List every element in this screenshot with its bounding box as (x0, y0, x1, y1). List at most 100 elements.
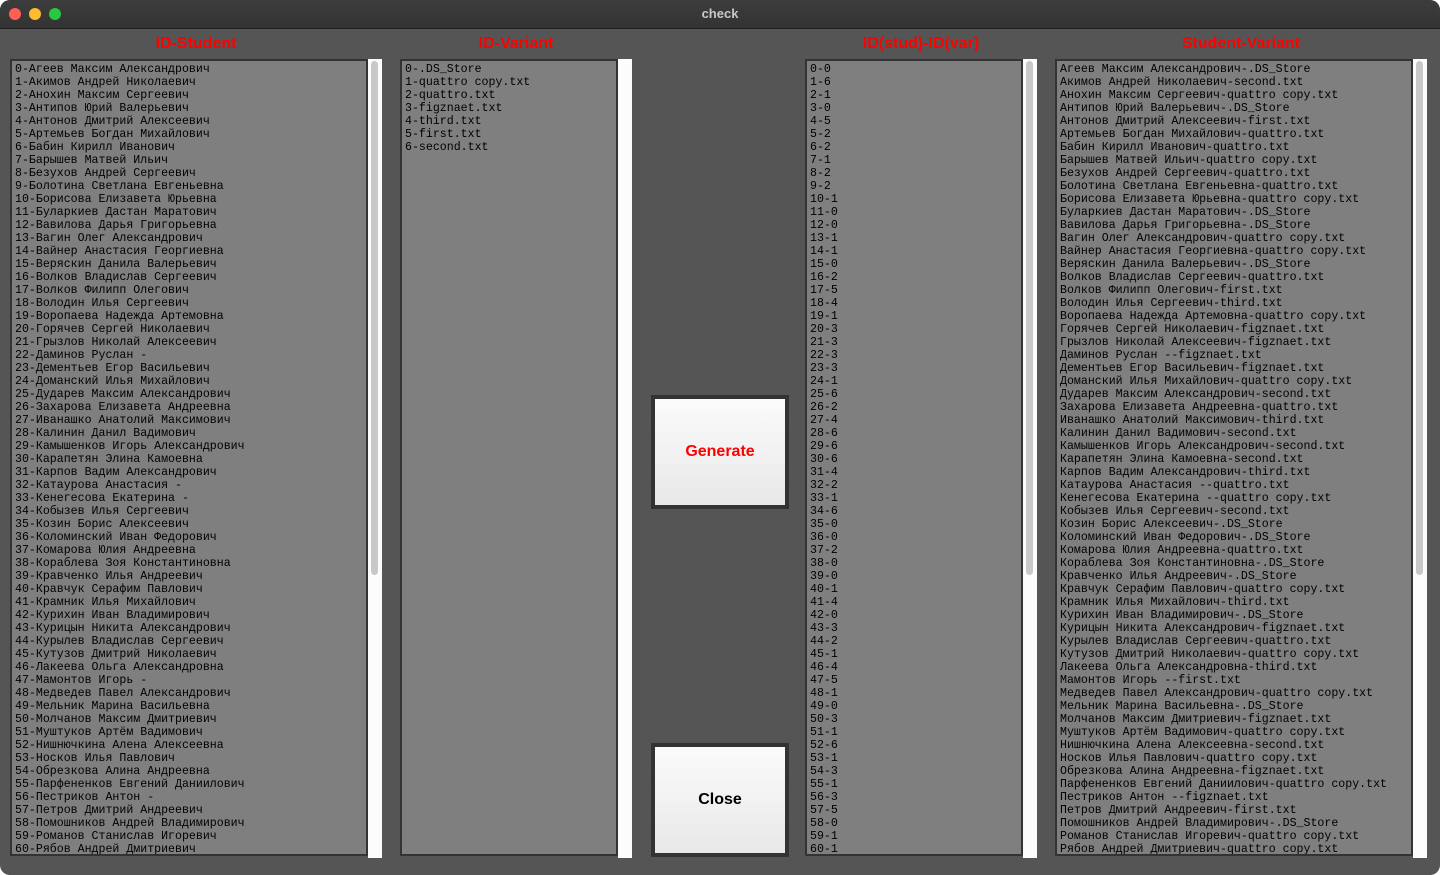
student-variant-list-item[interactable]: Барышев Матвей Ильич-quattro copy.txt (1060, 154, 1408, 167)
mapping-list-item[interactable]: 32-2 (810, 479, 1018, 492)
student-variant-list-item[interactable]: Даминов Руслан --figznaet.txt (1060, 349, 1408, 362)
student-variant-list-item[interactable]: Коломинский Иван Федорович-.DS_Store (1060, 531, 1408, 544)
student-list-item[interactable]: 27-Иванашко Анатолий Максимович (15, 414, 363, 427)
student-variant-list-item[interactable]: Дударев Максим Александрович-second.txt (1060, 388, 1408, 401)
mapping-list-item[interactable]: 3-0 (810, 102, 1018, 115)
student-variant-list-item[interactable]: Вайнер Анастасия Георгиевна-quattro copy… (1060, 245, 1408, 258)
student-list-scrollbar[interactable] (368, 59, 382, 858)
student-variant-list-item[interactable]: Муштуков Артём Вадимович-quattro copy.tx… (1060, 726, 1408, 739)
student-variant-list[interactable]: Агеев Максим Александрович-.DS_Store Аким… (1055, 59, 1413, 856)
student-variant-list-item[interactable]: Карпов Вадим Александрович-third.txt (1060, 466, 1408, 479)
student-variant-list-item[interactable]: Карапетян Элина Камоевна-second.txt (1060, 453, 1408, 466)
student-list-item[interactable]: 18-Володин Илья Сергеевич (15, 297, 363, 310)
variant-list-item[interactable]: 5-first.txt (405, 128, 613, 141)
student-variant-list-item[interactable]: Кравченко Илья Андреевич-.DS_Store (1060, 570, 1408, 583)
mapping-list-item[interactable]: 49-0 (810, 700, 1018, 713)
mapping-list-item[interactable]: 53-1 (810, 752, 1018, 765)
mapping-list-item[interactable]: 43-3 (810, 622, 1018, 635)
mapping-list-item[interactable]: 48-1 (810, 687, 1018, 700)
mapping-list-item[interactable]: 22-3 (810, 349, 1018, 362)
mapping-list[interactable]: 0-0 1-6 2-1 3-0 4-5 5-2 6-2 7-1 8-2 9-2 10-1 11-0 12… (805, 59, 1023, 856)
mapping-list-item[interactable]: 28-6 (810, 427, 1018, 440)
student-list-item[interactable]: 32-Катаурова Анастасия - (15, 479, 363, 492)
student-variant-list-item[interactable]: Акимов Андрей Николаевич-second.txt (1060, 76, 1408, 89)
mapping-list-item[interactable]: 34-6 (810, 505, 1018, 518)
student-variant-list-item[interactable]: Буларкиев Дастан Маратович-.DS_Store (1060, 206, 1408, 219)
variant-list-item[interactable]: 0-.DS_Store (405, 63, 613, 76)
student-variant-list-item[interactable]: Носков Илья Павлович-quattro copy.txt (1060, 752, 1408, 765)
mapping-list-item[interactable]: 6-2 (810, 141, 1018, 154)
student-list-item[interactable]: 31-Карпов Вадим Александрович (15, 466, 363, 479)
student-variant-list-item[interactable]: Антипов Юрий Валерьевич-.DS_Store (1060, 102, 1408, 115)
student-variant-list-item[interactable]: Антонов Дмитрий Алексеевич-first.txt (1060, 115, 1408, 128)
student-variant-list-item[interactable]: Веряскин Данила Валерьевич-.DS_Store (1060, 258, 1408, 271)
student-variant-list-item[interactable]: Захарова Елизавета Андреевна-quattro.txt (1060, 401, 1408, 414)
student-list-item[interactable]: 26-Захарова Елизавета Андреевна (15, 401, 363, 414)
student-list-item[interactable]: 6-Бабин Кирилл Иванович (15, 141, 363, 154)
student-list-item[interactable]: 10-Борисова Елизавета Юрьевна (15, 193, 363, 206)
student-list-item[interactable]: 45-Кутузов Дмитрий Николаевич (15, 648, 363, 661)
mapping-list-item[interactable]: 44-2 (810, 635, 1018, 648)
mapping-list-item[interactable]: 54-3 (810, 765, 1018, 778)
mapping-list-item[interactable]: 7-1 (810, 154, 1018, 167)
student-variant-list-item[interactable]: Бабин Кирилл Иванович-quattro.txt (1060, 141, 1408, 154)
student-list-item[interactable]: 59-Романов Станислав Игоревич (15, 830, 363, 843)
student-list-item[interactable]: 58-Помошников Андрей Владимирович (15, 817, 363, 830)
student-variant-list-item[interactable]: Нишнючкина Алена Алексеевна-second.txt (1060, 739, 1408, 752)
student-list-item[interactable]: 15-Веряскин Данила Валерьевич (15, 258, 363, 271)
student-variant-list-item[interactable]: Иванашко Анатолий Максимович-third.txt (1060, 414, 1408, 427)
student-list-item[interactable]: 8-Безухов Андрей Сергеевич (15, 167, 363, 180)
student-list-item[interactable]: 46-Лакеева Ольга Александровна (15, 661, 363, 674)
student-list-item[interactable]: 43-Курицын Никита Александрович (15, 622, 363, 635)
student-list-item[interactable]: 33-Кенегесова Екатерина - (15, 492, 363, 505)
mapping-list-item[interactable]: 5-2 (810, 128, 1018, 141)
student-variant-list-item[interactable]: Болотина Светлана Евгеньевна-quattro.txt (1060, 180, 1408, 193)
mapping-list-item[interactable]: 2-1 (810, 89, 1018, 102)
student-list-item[interactable]: 9-Болотина Светлана Евгеньевна (15, 180, 363, 193)
student-list-item[interactable]: 55-Парфененков Евгений Даниилович (15, 778, 363, 791)
student-variant-list-item[interactable]: Анохин Максим Сергеевич-quattro copy.txt (1060, 89, 1408, 102)
mapping-list-item[interactable]: 8-2 (810, 167, 1018, 180)
mapping-list-item[interactable]: 4-5 (810, 115, 1018, 128)
variant-list-scrollbar[interactable] (618, 59, 632, 858)
student-list-item[interactable]: 0-Агеев Максим Александрович (15, 63, 363, 76)
mapping-list-item[interactable]: 59-1 (810, 830, 1018, 843)
student-variant-list-item[interactable]: Курылев Владислав Сергеевич-quattro.txt (1060, 635, 1408, 648)
variant-list-item[interactable]: 4-third.txt (405, 115, 613, 128)
mapping-list-item[interactable]: 31-4 (810, 466, 1018, 479)
student-list-item[interactable]: 25-Дударев Максим Александрович (15, 388, 363, 401)
student-list-item[interactable]: 60-Рябов Андрей Дмитриевич (15, 843, 363, 854)
student-variant-list-scroll-thumb[interactable] (1416, 61, 1423, 575)
mapping-list-item[interactable]: 20-3 (810, 323, 1018, 336)
mapping-list-item[interactable]: 16-2 (810, 271, 1018, 284)
mapping-list-item[interactable]: 52-6 (810, 739, 1018, 752)
mapping-list-item[interactable]: 24-1 (810, 375, 1018, 388)
mapping-list-item[interactable]: 58-0 (810, 817, 1018, 830)
student-variant-list-item[interactable]: Курихин Иван Владимирович-.DS_Store (1060, 609, 1408, 622)
mapping-list-item[interactable]: 27-4 (810, 414, 1018, 427)
student-list-item[interactable]: 51-Муштуков Артём Вадимович (15, 726, 363, 739)
mapping-list-item[interactable]: 19-1 (810, 310, 1018, 323)
mapping-list-item[interactable]: 30-6 (810, 453, 1018, 466)
mapping-list-item[interactable]: 45-1 (810, 648, 1018, 661)
mapping-list-item[interactable]: 39-0 (810, 570, 1018, 583)
student-list-item[interactable]: 24-Доманский Илья Михайлович (15, 375, 363, 388)
student-variant-list-item[interactable]: Пестриков Антон --figznaet.txt (1060, 791, 1408, 804)
student-variant-list-item[interactable]: Курицын Никита Александрович-figznaet.tx… (1060, 622, 1408, 635)
student-variant-list-item[interactable]: Волков Филипп Олегович-first.txt (1060, 284, 1408, 297)
student-variant-list-item[interactable]: Помошников Андрей Владимирович-.DS_Store (1060, 817, 1408, 830)
mapping-list-item[interactable]: 26-2 (810, 401, 1018, 414)
student-list-scroll-thumb[interactable] (371, 61, 378, 575)
student-list-item[interactable]: 21-Грызлов Николай Алексеевич (15, 336, 363, 349)
student-variant-list-item[interactable]: Мельник Марина Васильевна-.DS_Store (1060, 700, 1408, 713)
student-list-item[interactable]: 56-Пестриков Антон - (15, 791, 363, 804)
student-list-item[interactable]: 50-Молчанов Максим Дмитриевич (15, 713, 363, 726)
mapping-list-item[interactable]: 50-3 (810, 713, 1018, 726)
student-list-item[interactable]: 5-Артемьев Богдан Михайлович (15, 128, 363, 141)
student-list-item[interactable]: 40-Кравчук Серафим Павлович (15, 583, 363, 596)
student-variant-list-item[interactable]: Лакеева Ольга Александровна-third.txt (1060, 661, 1408, 674)
student-variant-list-item[interactable]: Романов Станислав Игоревич-quattro copy.… (1060, 830, 1408, 843)
student-variant-list-item[interactable]: Козин Борис Алексеевич-.DS_Store (1060, 518, 1408, 531)
student-variant-list-item[interactable]: Крамник Илья Михайлович-third.txt (1060, 596, 1408, 609)
student-list-item[interactable]: 35-Козин Борис Алексеевич (15, 518, 363, 531)
